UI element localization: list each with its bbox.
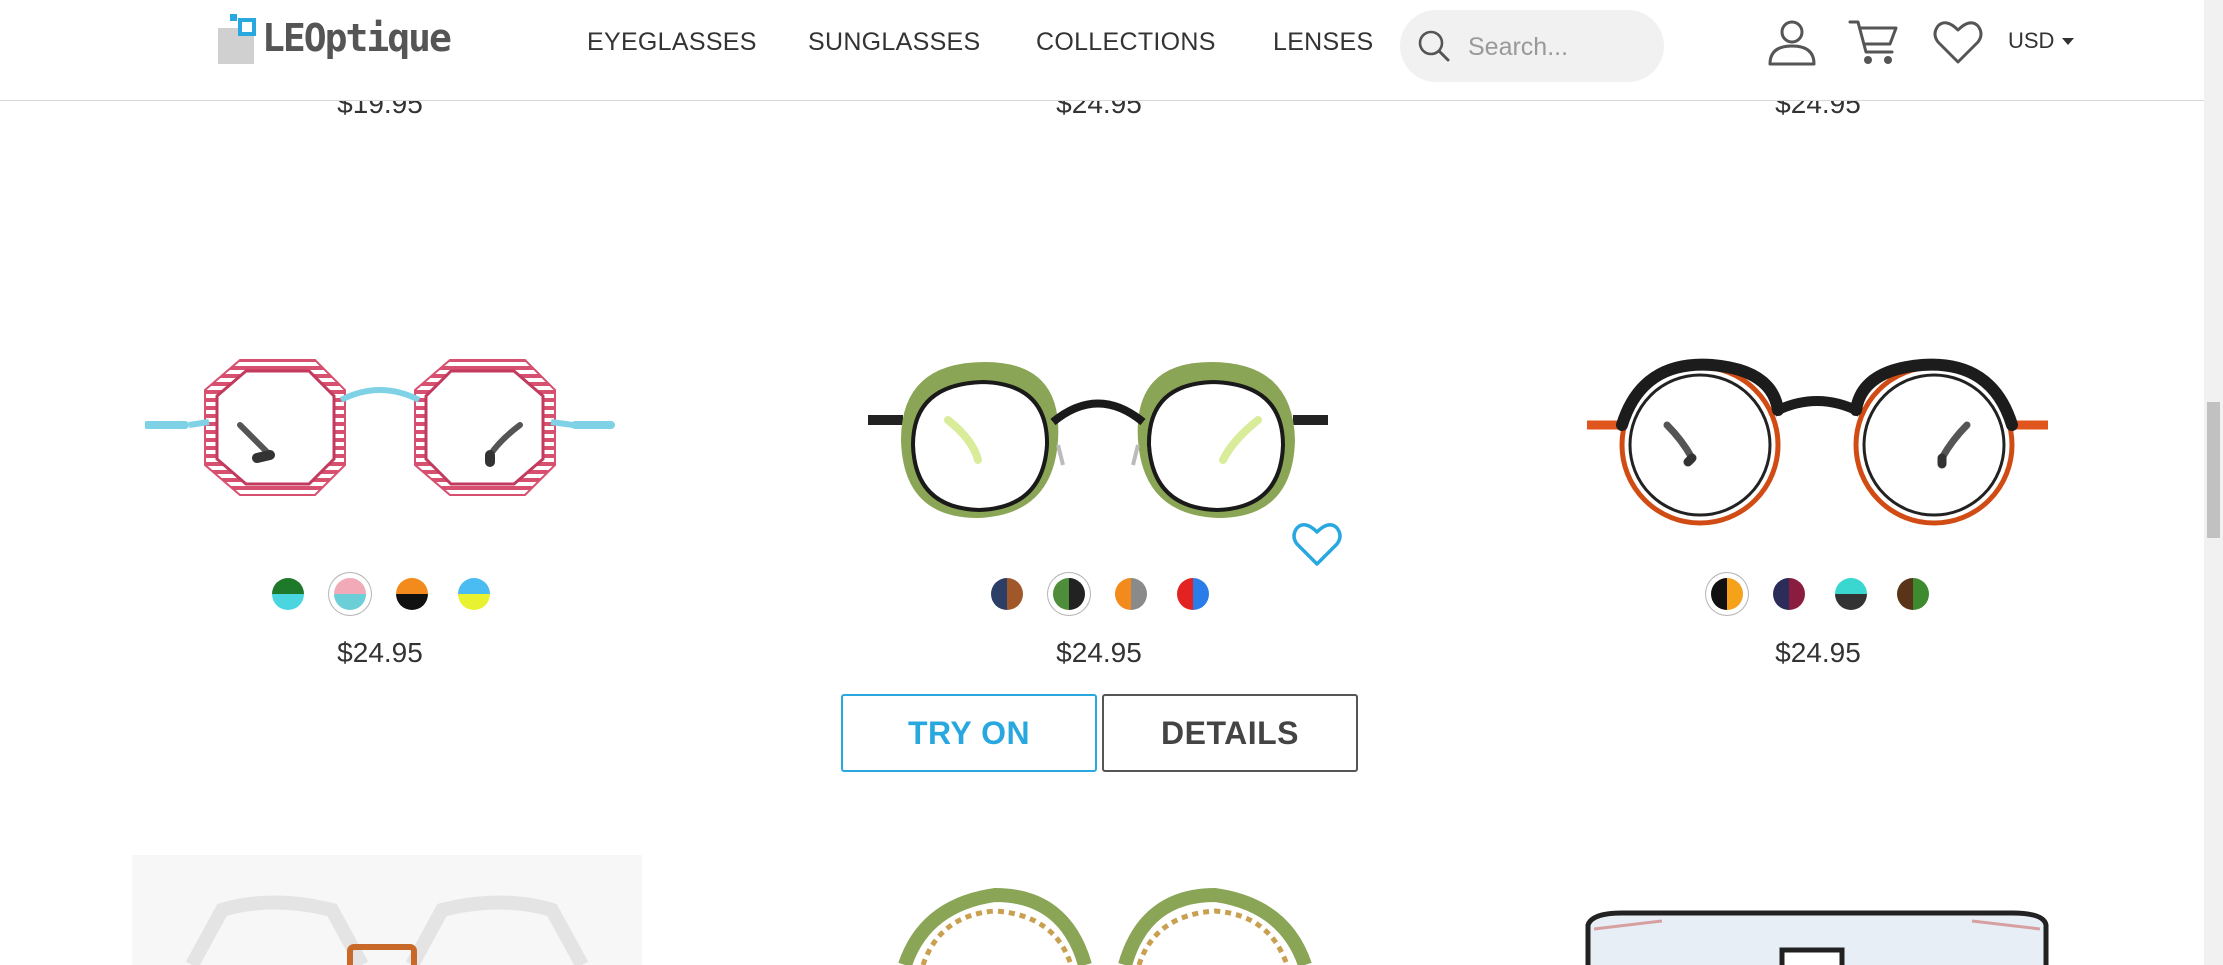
logo[interactable]: LEOptique <box>218 8 452 68</box>
color-swatches <box>991 578 1209 610</box>
search-icon[interactable] <box>1414 26 1454 66</box>
color-swatch[interactable] <box>1897 578 1929 610</box>
currency-label: USD <box>2008 28 2055 53</box>
product-image[interactable] <box>132 855 642 965</box>
nav-lenses[interactable]: LENSES <box>1273 28 1373 57</box>
product-image[interactable] <box>895 855 1315 965</box>
logo-icon <box>218 10 258 66</box>
product-image[interactable] <box>1582 855 2052 965</box>
product-price: $24.95 <box>337 637 423 668</box>
color-swatch[interactable] <box>458 578 490 610</box>
favorite-heart-icon[interactable] <box>1290 518 1344 568</box>
currency-selector[interactable]: USD <box>2008 28 2075 54</box>
color-swatches <box>1711 578 1929 610</box>
color-swatch[interactable] <box>272 578 304 610</box>
details-button[interactable]: DETAILS <box>1102 694 1358 772</box>
search-input[interactable] <box>1466 28 1650 66</box>
color-swatch-selected[interactable] <box>1053 578 1085 610</box>
nav-collections[interactable]: COLLECTIONS <box>1036 28 1216 57</box>
color-swatch[interactable] <box>1835 578 1867 610</box>
scrollbar[interactable] <box>2204 0 2223 965</box>
product-image[interactable] <box>863 350 1333 540</box>
cart-icon[interactable] <box>1846 14 1902 70</box>
user-icon[interactable] <box>1764 14 1820 70</box>
scrollbar-thumb[interactable] <box>2207 402 2220 538</box>
site-header: LEOptique EYEGLASSES SUNGLASSES COLLECTI… <box>0 0 2204 101</box>
color-swatches <box>272 578 490 610</box>
heart-icon[interactable] <box>1930 14 1986 70</box>
color-swatch-selected[interactable] <box>1711 578 1743 610</box>
search-box[interactable] <box>1400 10 1664 82</box>
product-image[interactable] <box>145 350 615 540</box>
color-swatch[interactable] <box>1773 578 1805 610</box>
color-swatch[interactable] <box>991 578 1023 610</box>
product-price: $24.95 <box>1775 637 1861 668</box>
logo-text: LEOptique <box>262 16 452 60</box>
caret-down-icon <box>2062 37 2075 45</box>
color-swatch[interactable] <box>396 578 428 610</box>
color-swatch[interactable] <box>1177 578 1209 610</box>
product-price: $24.95 <box>1056 637 1142 668</box>
product-image[interactable] <box>1582 350 2052 540</box>
color-swatch[interactable] <box>1115 578 1147 610</box>
try-on-button[interactable]: TRY ON <box>841 694 1097 772</box>
page: LEOptique EYEGLASSES SUNGLASSES COLLECTI… <box>0 0 2223 965</box>
nav-eyeglasses[interactable]: EYEGLASSES <box>587 28 757 57</box>
nav-sunglasses[interactable]: SUNGLASSES <box>808 28 981 57</box>
color-swatch-selected[interactable] <box>334 578 366 610</box>
